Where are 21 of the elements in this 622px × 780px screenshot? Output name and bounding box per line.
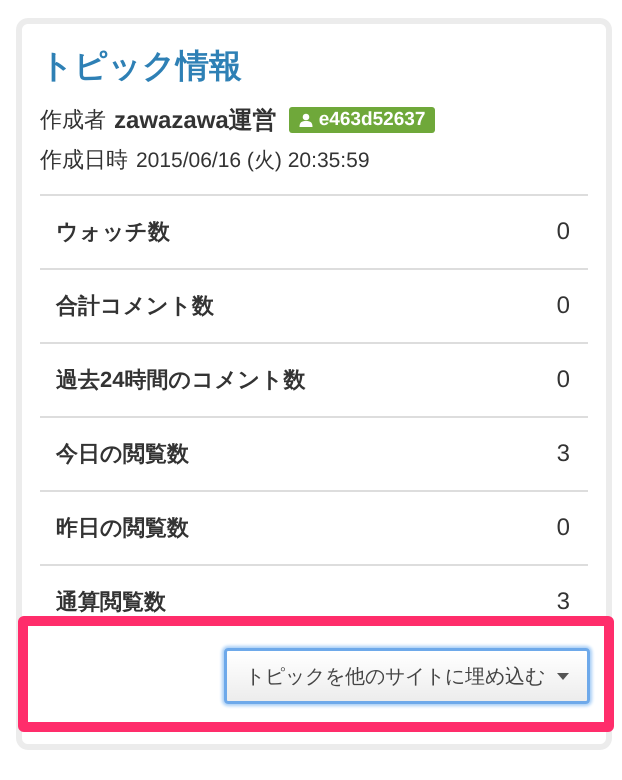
stat-label: 今日の閲覧数	[56, 440, 189, 468]
stat-value: 0	[556, 366, 570, 394]
author-label: 作成者	[40, 106, 106, 134]
author-name: zawazawa運営	[114, 106, 277, 136]
stat-label: 通算閲覧数	[56, 588, 166, 616]
stat-value: 0	[556, 292, 570, 320]
stat-value: 0	[556, 218, 570, 246]
stat-value: 0	[556, 514, 570, 542]
stat-label: 合計コメント数	[56, 292, 214, 320]
stat-value: 3	[556, 440, 570, 468]
stat-label: 昨日の閲覧数	[56, 514, 189, 542]
embed-button[interactable]: トピックを他のサイトに埋め込む	[224, 648, 590, 704]
user-icon	[298, 113, 313, 127]
stat-value: 3	[556, 588, 570, 616]
panel-title: トピック情報	[40, 46, 243, 86]
created-label: 作成日時	[40, 146, 128, 174]
caret-icon	[557, 672, 569, 680]
stat-label: 過去24時間のコメント数	[56, 366, 306, 394]
stat-label: ウォッチ数	[56, 218, 170, 246]
created-date: 2015/06/16 (火) 20:35:59	[136, 148, 370, 174]
user-id-badge: e463d52637	[288, 107, 436, 133]
